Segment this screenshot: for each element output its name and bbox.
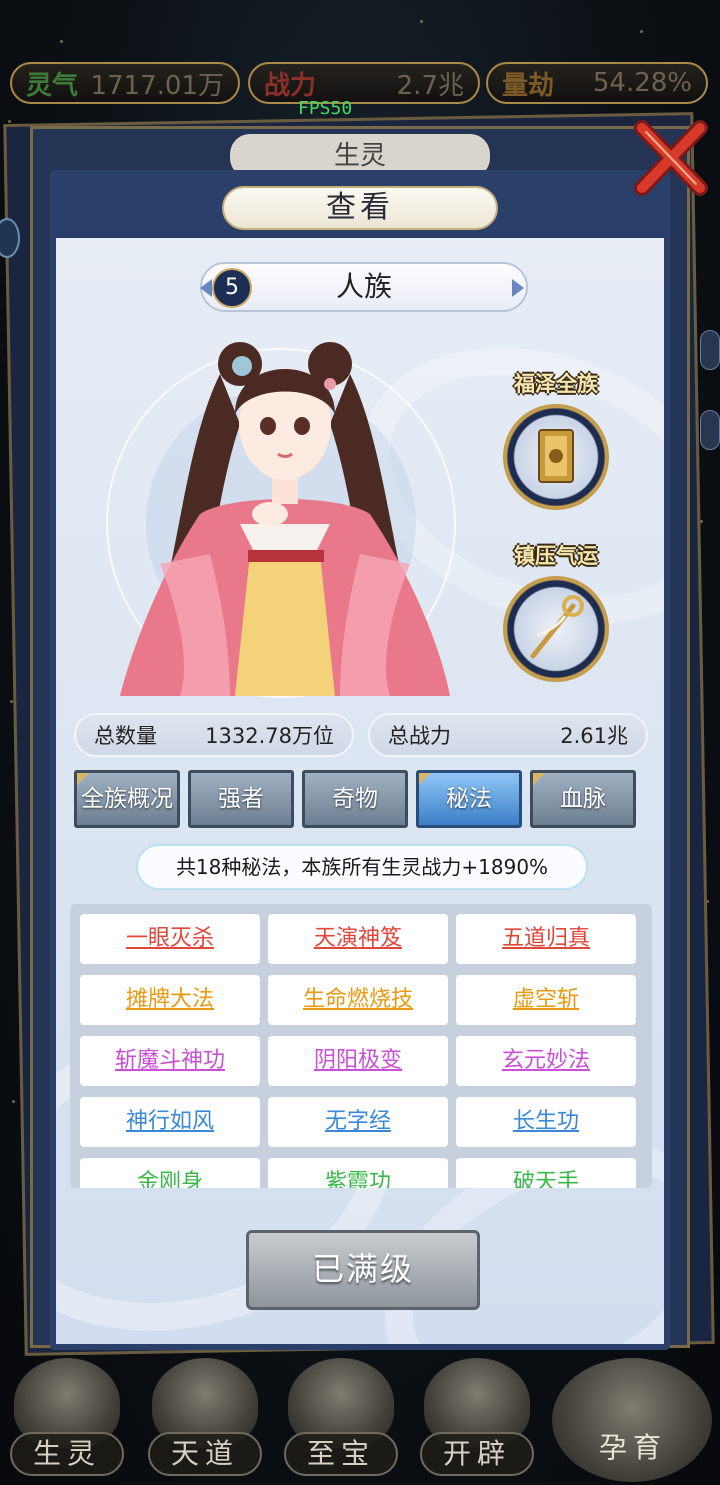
nav-label: 孕育 [598,1431,667,1464]
skill-name: 福泽全族 [514,372,598,396]
total-power-stat: 总战力 2.61兆 [368,713,648,757]
stat-value: 1332.78万位 [205,724,334,748]
secret-art-item[interactable]: 破天手 [456,1158,636,1188]
tab-bloodline[interactable]: 血脉 [530,770,636,828]
tab-strongest[interactable]: 强者 [188,770,294,828]
resource-power[interactable]: 战力 2.7兆 [248,62,480,104]
nav-label: 天道 [148,1432,262,1476]
secret-art-item[interactable]: 天演神笈 [268,914,448,964]
fps-counter: FPS50 [298,98,353,119]
resource-calamity-label: 量劫 [502,70,555,101]
skill-badge[interactable]: 福泽全族 [496,368,616,510]
resource-qi-label: 灵气 [26,70,79,101]
max-level-button[interactable]: 已满级 [246,1230,480,1310]
secret-art-item[interactable]: 生命燃烧技 [268,975,448,1025]
total-count-stat: 总数量 1332.78万位 [74,713,354,757]
nav-label: 生灵 [10,1432,124,1476]
skill-name: 镇压气运 [514,544,598,568]
nav-creation[interactable]: 开辟 [414,1358,540,1482]
secret-art-item[interactable]: 长生功 [456,1097,636,1147]
resource-qi-value: 1717.01万 [90,70,224,101]
panel-title: 查看 [222,186,498,230]
skill-badge[interactable]: 镇压气运 [496,540,616,682]
side-tab [700,410,720,450]
secret-art-item[interactable]: 一眼灭杀 [80,914,260,964]
tab-treasures[interactable]: 奇物 [302,770,408,828]
secret-arts-grid[interactable]: 一眼灭杀 天演神笈 五道归真摊牌大法 生命燃烧技 虚空斩斩魔斗神功 阴阳极变 玄元妙法神行如… [70,904,652,1188]
nav-label: 至宝 [284,1432,398,1476]
stat-label: 总战力 [388,724,451,748]
secret-art-item[interactable]: 虚空斩 [456,975,636,1025]
side-tab [700,330,720,370]
race-detail-panel: 查看 人族 5 福泽全族 镇压气运 总数量 1332.78万位 总战力 2.61… [50,170,670,1350]
nav-heaven[interactable]: 天道 [142,1358,268,1482]
nav-label: 开辟 [420,1432,534,1476]
resource-bar: 灵气 1717.01万 战力 2.7兆 量劫 54.28% [8,62,712,106]
resource-calamity[interactable]: 量劫 54.28% [486,62,708,104]
race-selector[interactable]: 人族 5 [200,262,528,312]
bottom-nav: 生灵 天道 至宝 开辟 孕育 [0,1350,720,1485]
tab-bar: 全族概况 强者 奇物 秘法 血脉 [74,770,650,830]
character-portrait [120,314,450,696]
resource-calamity-value: 54.28% [592,68,692,98]
secret-art-item[interactable]: 阴阳极变 [268,1036,448,1086]
resource-power-value: 2.7兆 [396,70,464,101]
close-icon[interactable] [632,112,710,202]
tab-secret-arts[interactable]: 秘法 [416,770,522,828]
stat-label: 总数量 [94,724,157,748]
stat-value: 2.61兆 [560,724,628,748]
resource-power-label: 战力 [264,70,317,101]
secret-art-item[interactable]: 摊牌大法 [80,975,260,1025]
secret-art-item[interactable]: 紫霞功 [268,1158,448,1188]
golden-card-icon [503,404,609,510]
next-race-arrow-icon[interactable] [512,279,524,297]
secret-art-item[interactable]: 斩魔斗神功 [80,1036,260,1086]
secret-art-item[interactable]: 神行如风 [80,1097,260,1147]
secret-art-item[interactable]: 玄元妙法 [456,1036,636,1086]
nav-nurture[interactable]: 孕育 [548,1358,716,1482]
golden-scepter-icon [503,576,609,682]
race-level-badge: 5 [212,268,252,308]
secret-art-item[interactable]: 金刚身 [80,1158,260,1188]
maiden-illustration [120,342,450,696]
nav-creatures[interactable]: 生灵 [4,1358,130,1482]
resource-qi[interactable]: 灵气 1717.01万 [10,62,240,104]
tab-overview[interactable]: 全族概况 [74,770,180,828]
nav-treasure[interactable]: 至宝 [278,1358,404,1482]
secret-art-item[interactable]: 无字经 [268,1097,448,1147]
secret-art-item[interactable]: 五道归真 [456,914,636,964]
arts-summary: 共18种秘法，本族所有生灵战力+1890% [136,844,588,890]
